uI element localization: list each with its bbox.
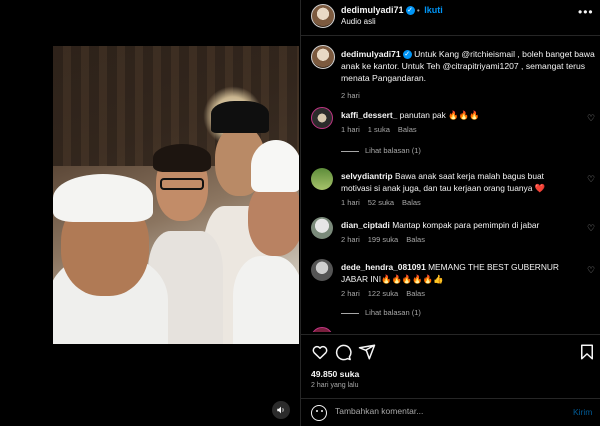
follow-separator: • [417, 6, 420, 15]
caption-time: 2 hari [341, 91, 360, 100]
add-comment-row: Kirim [301, 398, 600, 426]
follow-button[interactable]: Ikuti [424, 5, 443, 15]
audio-label[interactable]: Audio asli [341, 17, 376, 26]
post-header: dedimulyadi71 ✓ • Ikuti Audio asli ••• [301, 0, 600, 36]
comment-avatar[interactable] [311, 107, 333, 129]
comment-time: 1 hari [341, 125, 360, 134]
heart-icon[interactable] [311, 343, 329, 361]
caption-username[interactable]: dedimulyadi71 [341, 49, 401, 59]
post-video[interactable] [53, 46, 299, 344]
caption-text-block: dedimulyadi71 ✓ Untuk Kang @ritchieismail… [341, 48, 596, 102]
comment-text: selvydiantrip Bawa anak saat kerja malah… [341, 170, 569, 194]
author-username[interactable]: dedimulyadi71 [341, 5, 404, 15]
verified-badge-icon: ✓ [405, 6, 415, 16]
video-person-2-hair [153, 144, 211, 172]
post-comment-button[interactable]: Kirim [573, 407, 592, 417]
comment-text: kaffi_dessert_ panutan pak 🔥🔥🔥 [341, 109, 569, 121]
reply-button[interactable]: Balas [406, 235, 425, 244]
comment-meta: 1 hari 1 suka Balas [341, 125, 425, 134]
comment-likes[interactable]: 122 suka [368, 289, 398, 298]
likes-count[interactable]: 49.850 suka [311, 369, 359, 379]
comment-like-heart-icon[interactable]: ♡ [587, 113, 595, 124]
reply-button[interactable]: Balas [406, 289, 425, 298]
share-icon[interactable] [358, 343, 376, 361]
bookmark-icon[interactable] [578, 343, 596, 361]
comment-meta: 1 hari 52 suka Balas [341, 198, 429, 207]
comment-time: 1 hari [341, 198, 360, 207]
comment-meta: 2 hari 122 suka Balas [341, 289, 433, 298]
add-comment-input[interactable] [335, 406, 555, 416]
post-time: 2 hari yang lalu [311, 382, 359, 389]
author-line: dedimulyadi71 ✓ • Ikuti [341, 5, 443, 16]
comment-body: Mantap kompak para pemimpin di jabar [392, 220, 540, 230]
view-replies-button[interactable]: Lihat balasan (1) [341, 308, 421, 317]
comment-like-heart-icon[interactable]: ♡ [587, 223, 595, 234]
video-person-1-cap [53, 174, 153, 222]
comment-likes[interactable]: 1 suka [368, 125, 390, 134]
comment-body: panutan pak 🔥🔥🔥 [399, 110, 480, 120]
emoji-icon[interactable] [311, 405, 327, 421]
comment-like-heart-icon[interactable]: ♡ [587, 265, 595, 276]
post-side-panel: dedimulyadi71 ✓ • Ikuti Audio asli ••• de… [300, 0, 600, 426]
comment-icon[interactable] [334, 343, 352, 361]
comment-username[interactable]: dian_ciptadi [341, 220, 390, 230]
comment-avatar[interactable] [311, 217, 333, 239]
sound-toggle-button[interactable] [272, 401, 290, 419]
comment-likes[interactable]: 52 suka [368, 198, 394, 207]
comment-avatar[interactable] [311, 327, 333, 332]
comments-section[interactable]: dedimulyadi71 ✓ Untuk Kang @ritchieismail… [301, 37, 600, 332]
comment-username[interactable]: dede_hendra_081091 [341, 262, 426, 272]
video-person-2-glasses [160, 178, 204, 190]
view-replies-button[interactable]: Lihat balasan (1) [341, 146, 421, 155]
comment-avatar[interactable] [311, 259, 333, 281]
media-area [0, 0, 300, 426]
video-person-4-head [248, 181, 299, 256]
video-person-3-cap [211, 101, 269, 133]
comment-time: 2 hari [341, 289, 360, 298]
reply-button[interactable]: Balas [402, 198, 421, 207]
comment-like-heart-icon[interactable]: ♡ [587, 174, 595, 185]
comment-meta: 2 hari 199 suka Balas [341, 235, 433, 244]
comment-username[interactable]: kaffi_dessert_ [341, 110, 397, 120]
comment-likes[interactable]: 199 suka [368, 235, 398, 244]
post-actions: 49.850 suka 2 hari yang lalu Kirim [301, 334, 600, 426]
speaker-icon [277, 406, 284, 414]
more-options-icon[interactable]: ••• [578, 5, 594, 19]
comment-text: dede_hendra_081091 MEMANG THE BEST GUBER… [341, 261, 569, 285]
video-person-4-body [233, 256, 299, 344]
author-avatar[interactable] [311, 4, 335, 28]
comment-avatar[interactable] [311, 168, 333, 190]
video-person-4-cap [251, 140, 299, 192]
reply-button[interactable]: Balas [398, 125, 417, 134]
comment-time: 2 hari [341, 235, 360, 244]
comment-text: dian_ciptadi Mantap kompak para pemimpin… [341, 219, 569, 231]
comment-username[interactable]: selvydiantrip [341, 171, 393, 181]
verified-badge-icon: ✓ [402, 50, 412, 60]
caption-avatar[interactable] [311, 45, 335, 69]
